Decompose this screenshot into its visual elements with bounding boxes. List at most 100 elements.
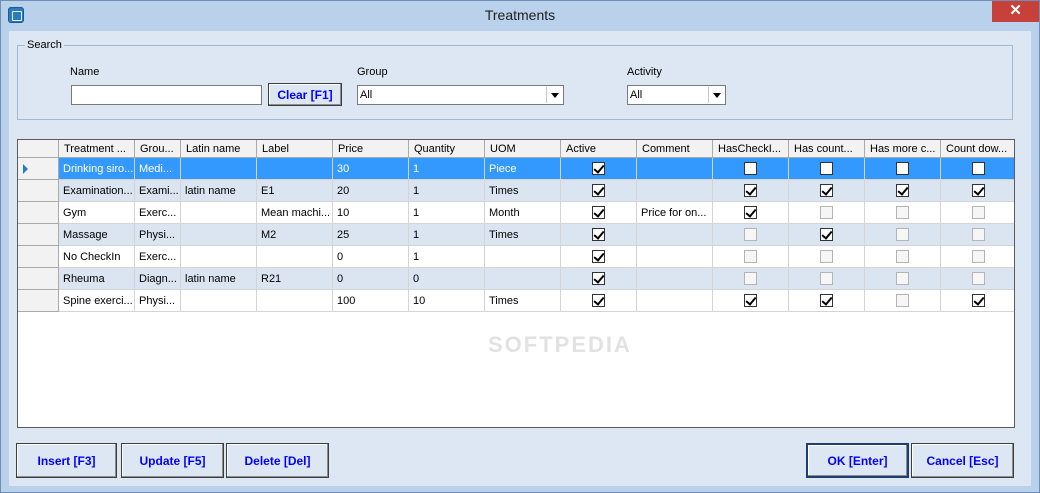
count-checkbox[interactable] xyxy=(820,206,833,219)
cell-price[interactable]: 25 xyxy=(333,224,409,246)
checkin-checkbox[interactable] xyxy=(744,184,757,197)
cell-comment[interactable]: Price for on... xyxy=(637,202,713,224)
column-header[interactable]: Price xyxy=(333,140,409,158)
treatments-grid[interactable]: Treatment ... Grou... Latin name Label Price… xyxy=(17,139,1015,428)
cell-qty[interactable]: 10 xyxy=(409,290,485,312)
count-checkbox[interactable] xyxy=(820,250,833,263)
more-checkbox[interactable] xyxy=(896,162,909,175)
table-row[interactable]: Gym Exerc... Mean machi... 10 1 Month Price fo… xyxy=(18,202,1014,224)
cell-qty[interactable]: 1 xyxy=(409,158,485,180)
cell-qty[interactable]: 1 xyxy=(409,246,485,268)
column-header[interactable]: Has more c... xyxy=(865,140,941,158)
row-header[interactable] xyxy=(18,202,59,224)
title-bar[interactable]: Treatments ✕ xyxy=(1,1,1039,29)
checkin-checkbox[interactable] xyxy=(744,228,757,241)
column-header[interactable]: Quantity xyxy=(409,140,485,158)
insert-button[interactable]: Insert [F3] xyxy=(16,443,117,478)
group-select[interactable]: All xyxy=(357,85,564,105)
cell-uom[interactable] xyxy=(485,268,561,290)
cell-qty[interactable]: 1 xyxy=(409,202,485,224)
cell-comment[interactable] xyxy=(637,224,713,246)
cell-name[interactable]: No CheckIn xyxy=(59,246,135,268)
more-checkbox[interactable] xyxy=(896,228,909,241)
cell-price[interactable]: 0 xyxy=(333,246,409,268)
table-row[interactable]: Examination... Exami... latin name E1 20 1 Tim… xyxy=(18,180,1014,202)
checkin-checkbox[interactable] xyxy=(744,162,757,175)
cell-comment[interactable] xyxy=(637,180,713,202)
cell-name[interactable]: Examination... xyxy=(59,180,135,202)
cell-label[interactable]: Mean machi... xyxy=(257,202,333,224)
cell-price[interactable]: 100 xyxy=(333,290,409,312)
active-checkbox[interactable] xyxy=(592,294,605,307)
table-row[interactable]: Massage Physi... M2 25 1 Times xyxy=(18,224,1014,246)
column-header[interactable]: Active xyxy=(561,140,637,158)
ok-button[interactable]: OK [Enter] xyxy=(806,443,909,478)
active-checkbox[interactable] xyxy=(592,250,605,263)
cell-name[interactable]: Spine exerci... xyxy=(59,290,135,312)
row-header[interactable] xyxy=(18,180,59,202)
cell-price[interactable]: 30 xyxy=(333,158,409,180)
cell-name[interactable]: Gym xyxy=(59,202,135,224)
activity-select[interactable]: All xyxy=(627,85,726,105)
table-row[interactable]: Rheuma Diagn... latin name R21 0 0 xyxy=(18,268,1014,290)
cell-latin[interactable] xyxy=(181,158,257,180)
cell-uom[interactable]: Times xyxy=(485,224,561,246)
countdown-checkbox[interactable] xyxy=(972,162,985,175)
cell-group[interactable]: Exerc... xyxy=(135,246,181,268)
cell-comment[interactable] xyxy=(637,158,713,180)
row-header[interactable] xyxy=(18,224,59,246)
chevron-down-icon[interactable] xyxy=(708,87,724,103)
delete-button[interactable]: Delete [Del] xyxy=(226,443,329,478)
column-header[interactable]: Comment xyxy=(637,140,713,158)
cell-uom[interactable]: Times xyxy=(485,290,561,312)
cell-latin[interactable] xyxy=(181,290,257,312)
checkin-checkbox[interactable] xyxy=(744,206,757,219)
count-checkbox[interactable] xyxy=(820,294,833,307)
row-header[interactable] xyxy=(18,290,59,312)
cell-qty[interactable]: 1 xyxy=(409,180,485,202)
checkin-checkbox[interactable] xyxy=(744,294,757,307)
cell-group[interactable]: Diagn... xyxy=(135,268,181,290)
active-checkbox[interactable] xyxy=(592,162,605,175)
countdown-checkbox[interactable] xyxy=(972,272,985,285)
cell-comment[interactable] xyxy=(637,268,713,290)
row-header[interactable] xyxy=(18,158,59,180)
chevron-down-icon[interactable] xyxy=(546,87,562,103)
cell-latin[interactable]: latin name xyxy=(181,268,257,290)
column-header[interactable]: Grou... xyxy=(135,140,181,158)
update-button[interactable]: Update [F5] xyxy=(121,443,224,478)
column-header[interactable]: Treatment ... xyxy=(59,140,135,158)
countdown-checkbox[interactable] xyxy=(972,294,985,307)
column-header[interactable]: HasCheckI... xyxy=(713,140,789,158)
more-checkbox[interactable] xyxy=(896,272,909,285)
cell-label[interactable] xyxy=(257,246,333,268)
name-input[interactable] xyxy=(71,85,262,105)
cell-qty[interactable]: 0 xyxy=(409,268,485,290)
cancel-button[interactable]: Cancel [Esc] xyxy=(911,443,1014,478)
more-checkbox[interactable] xyxy=(896,206,909,219)
countdown-checkbox[interactable] xyxy=(972,250,985,263)
column-header[interactable]: Count dow... xyxy=(941,140,1014,158)
cell-price[interactable]: 10 xyxy=(333,202,409,224)
count-checkbox[interactable] xyxy=(820,272,833,285)
count-checkbox[interactable] xyxy=(820,184,833,197)
grid-corner-header[interactable] xyxy=(18,140,59,158)
table-row[interactable]: Drinking siro... Medi... 30 1 Piece xyxy=(18,158,1014,180)
column-header[interactable]: Has count... xyxy=(789,140,865,158)
checkin-checkbox[interactable] xyxy=(744,250,757,263)
cell-uom[interactable]: Times xyxy=(485,180,561,202)
table-row[interactable]: Spine exerci... Physi... 100 10 Times xyxy=(18,290,1014,312)
cell-comment[interactable] xyxy=(637,246,713,268)
active-checkbox[interactable] xyxy=(592,272,605,285)
cell-latin[interactable]: latin name xyxy=(181,180,257,202)
cell-label[interactable]: R21 xyxy=(257,268,333,290)
cell-uom[interactable]: Month xyxy=(485,202,561,224)
cell-group[interactable]: Medi... xyxy=(135,158,181,180)
cell-label[interactable] xyxy=(257,290,333,312)
row-header[interactable] xyxy=(18,246,59,268)
cell-uom[interactable] xyxy=(485,246,561,268)
countdown-checkbox[interactable] xyxy=(972,206,985,219)
cell-latin[interactable] xyxy=(181,246,257,268)
cell-name[interactable]: Rheuma xyxy=(59,268,135,290)
more-checkbox[interactable] xyxy=(896,184,909,197)
